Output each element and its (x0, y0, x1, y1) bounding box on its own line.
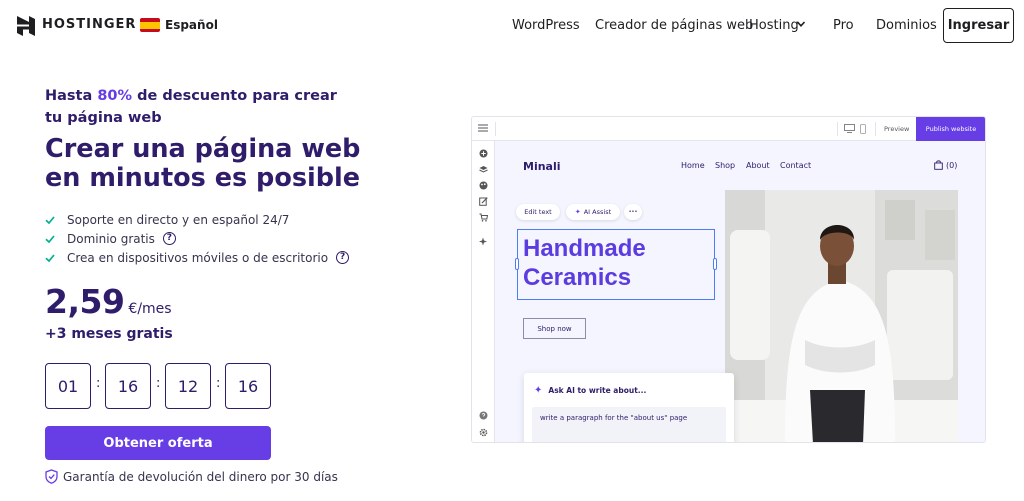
top-navigation: HOSTINGER Español WordPress Creador de p… (0, 0, 1024, 52)
feature-list: Soporte en directo y en español 24/7 Dom… (45, 210, 350, 267)
site-nav-contact[interactable]: Contact (780, 161, 811, 170)
cart-icon[interactable] (479, 213, 488, 222)
mobile-icon[interactable] (860, 124, 866, 134)
bonus-months: +3 meses gratis (45, 326, 173, 342)
help-circle-icon[interactable] (479, 411, 488, 420)
feature-item: Dominio gratis ? (45, 229, 349, 248)
check-icon (45, 253, 55, 262)
website-canvas: Minali Home Shop About Contact (0) Edit … (496, 141, 985, 442)
builder-sidebar (472, 141, 495, 442)
builder-preview-mockup: Preview Publish website Minali Home Shop… (471, 116, 986, 443)
selected-text-block[interactable]: Handmade Ceramics (515, 229, 717, 300)
site-nav-about[interactable]: About (746, 161, 770, 170)
publish-website-button[interactable]: Publish website (916, 117, 985, 141)
desktop-icon[interactable] (844, 124, 855, 133)
ai-writer-heading: Ask AI to write about... (548, 386, 647, 395)
menu-icon[interactable] (478, 124, 488, 132)
feature-label: Crea en dispositivos móviles o de escrit… (67, 250, 329, 265)
site-hero-title-line: Handmade (523, 235, 646, 262)
resize-handle-right[interactable] (713, 258, 717, 270)
timer-separator: : (156, 376, 161, 391)
edit-text-button[interactable]: Edit text (516, 204, 560, 220)
palette-icon[interactable] (479, 181, 488, 190)
site-nav-home[interactable]: Home (681, 161, 705, 170)
nav-wordpress[interactable]: WordPress (512, 18, 580, 33)
settings-gear-icon[interactable] (479, 428, 488, 437)
shopping-bag-icon (934, 160, 943, 170)
toolbar-divider (837, 122, 838, 136)
shield-check-icon (45, 469, 58, 484)
edit-page-icon[interactable] (479, 197, 488, 206)
brand-name[interactable]: HOSTINGER (42, 17, 136, 32)
sparkle-icon: ✦ (534, 385, 543, 396)
timer-seconds: 16 (225, 363, 271, 409)
ai-writer-title: ✦ Ask AI to write about... (534, 385, 646, 396)
help-icon[interactable]: ? (336, 251, 350, 264)
nav-hosting[interactable]: Hosting (749, 18, 799, 33)
layers-icon[interactable] (479, 165, 488, 174)
feature-item: Crea en dispositivos móviles o de escrit… (45, 248, 350, 267)
login-button[interactable]: Ingresar (943, 8, 1014, 43)
get-offer-button[interactable]: Obtener oferta (45, 426, 271, 460)
price-unit: €/mes (128, 301, 172, 317)
builder-toolbar: Preview Publish website (472, 117, 985, 141)
guarantee-label: Garantía de devolución del dinero por 30… (63, 469, 338, 484)
toolbar-divider (875, 122, 876, 136)
nav-domains[interactable]: Dominios (876, 18, 937, 33)
money-back-guarantee: Garantía de devolución del dinero por 30… (45, 469, 338, 484)
resize-handle-left[interactable] (515, 258, 519, 270)
site-logo[interactable]: Minali (523, 160, 561, 173)
more-options-button[interactable]: ••• (624, 204, 642, 220)
timer-separator: : (96, 376, 101, 391)
feature-label: Dominio gratis (67, 231, 155, 246)
check-icon (45, 234, 55, 243)
nav-pro[interactable]: Pro (833, 18, 854, 33)
timer-days: 01 (45, 363, 91, 409)
ai-assist-label: AI Assist (583, 208, 612, 216)
shop-now-button[interactable]: Shop now (523, 318, 586, 339)
site-cart[interactable]: (0) (934, 160, 957, 170)
toolbar-divider (495, 122, 496, 136)
feature-item: Soporte en directo y en español 24/7 (45, 210, 349, 229)
help-icon[interactable]: ? (162, 232, 176, 245)
promo-discount: 80% (97, 88, 133, 104)
promo-text: Hasta 80% de descuento para crear tu pág… (45, 85, 345, 129)
timer-minutes: 12 (165, 363, 211, 409)
timer-separator: : (216, 376, 221, 391)
ai-writer-card: ✦ Ask AI to write about... write a parag… (524, 373, 734, 442)
chevron-down-icon[interactable] (796, 19, 806, 29)
hostinger-logo-icon[interactable] (16, 16, 36, 36)
add-icon[interactable] (479, 149, 488, 158)
timer-hours: 16 (105, 363, 151, 409)
sparkle-icon[interactable] (479, 237, 488, 246)
promo-prefix: Hasta (45, 88, 98, 104)
language-selector[interactable]: Español (165, 18, 218, 32)
nav-website-builder[interactable]: Creador de páginas web (595, 18, 753, 33)
site-hero-title-line: Ceramics (523, 264, 632, 291)
price: 2,59 €/mes (45, 282, 172, 321)
ceramist-photo (725, 190, 958, 442)
site-hero-title[interactable]: Handmade Ceramics (523, 234, 646, 292)
preview-button[interactable]: Preview (884, 125, 909, 133)
sparkle-icon: ✦ (574, 208, 581, 216)
ai-prompt-input[interactable]: write a paragraph for the "about us" pag… (532, 407, 726, 442)
page-title: Crear una página web en minutos es posib… (45, 134, 361, 193)
price-amount: 2,59 (45, 282, 125, 321)
spain-flag-icon[interactable] (140, 18, 160, 32)
check-icon (45, 215, 55, 224)
site-nav-shop[interactable]: Shop (715, 161, 735, 170)
cart-count: (0) (946, 160, 958, 170)
ai-assist-button[interactable]: ✦ AI Assist (566, 204, 620, 220)
feature-label: Soporte en directo y en español 24/7 (67, 212, 290, 227)
